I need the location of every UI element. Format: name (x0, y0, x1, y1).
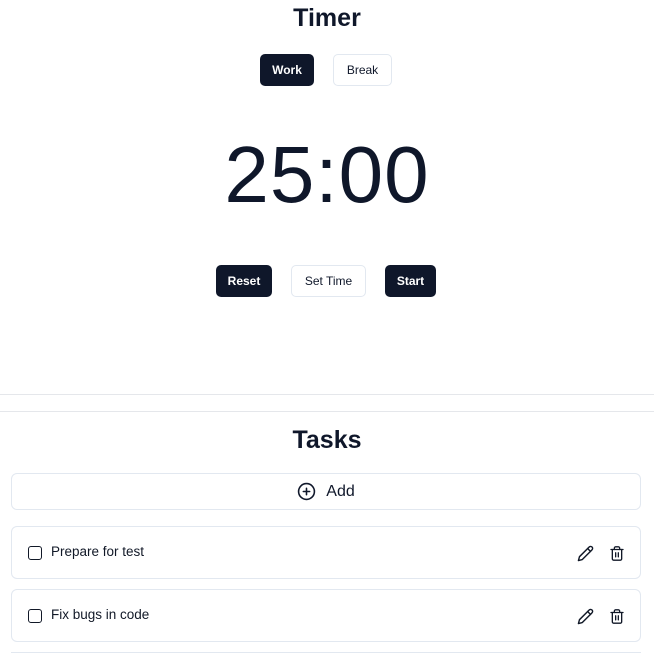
task-checkbox[interactable] (28, 546, 42, 560)
tasks-title: Tasks (292, 426, 362, 454)
timer-display: 25:00 (224, 130, 430, 219)
reset-button[interactable]: Reset (216, 265, 272, 297)
add-task-label: Add (326, 482, 355, 500)
section-divider (0, 411, 654, 412)
task-label: Prepare for test (51, 544, 145, 559)
trash-icon[interactable] (607, 543, 627, 563)
break-mode-button[interactable]: Break (333, 54, 392, 86)
timer-section: Timer Work Break 25:00 Reset Set Time St… (0, 0, 654, 395)
start-button[interactable]: Start (385, 265, 436, 297)
next-task-edge (11, 652, 641, 653)
trash-icon[interactable] (607, 606, 627, 626)
task-label: Fix bugs in code (51, 607, 150, 622)
work-mode-button[interactable]: Work (260, 54, 314, 86)
mode-toggle-group: Work Break (0, 54, 654, 86)
task-item: Fix bugs in code (11, 589, 641, 642)
pencil-icon[interactable] (575, 543, 595, 563)
add-task-button[interactable]: Add (11, 473, 641, 510)
pencil-icon[interactable] (575, 606, 595, 626)
plus-circle-icon (297, 482, 316, 501)
timer-title: Timer (293, 4, 361, 32)
task-item: Prepare for test (11, 526, 641, 579)
set-time-button[interactable]: Set Time (291, 265, 366, 297)
task-checkbox[interactable] (28, 609, 42, 623)
